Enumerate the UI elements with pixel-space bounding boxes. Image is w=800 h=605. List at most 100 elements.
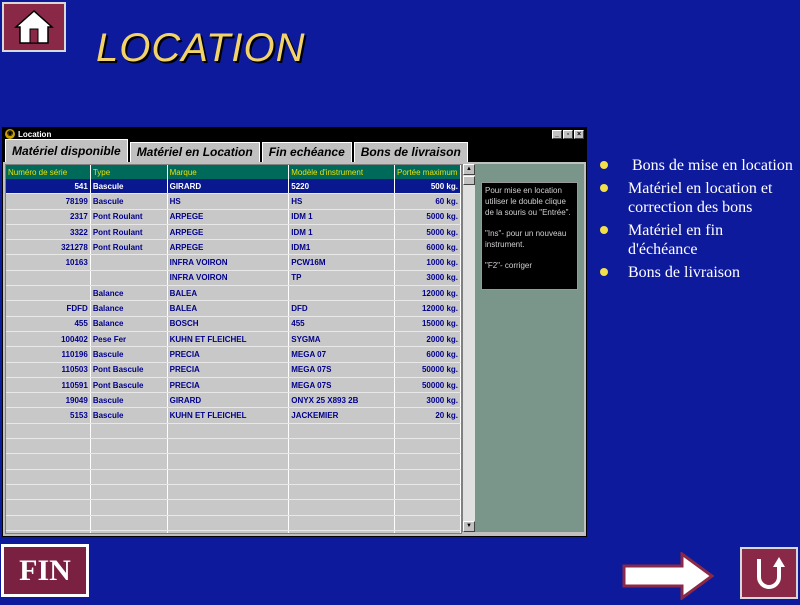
table-cell: Bascule	[90, 392, 168, 409]
table-cell: Pont Roulant	[90, 239, 168, 256]
scroll-up-button[interactable]: ▲	[463, 164, 475, 175]
table-row[interactable]: Balance BALEA 12000 kg.	[6, 285, 461, 302]
tab-materiel-en-location[interactable]: Matériel en Location	[129, 142, 260, 162]
table-cell: MEGA 07S	[288, 377, 395, 394]
table-cell	[6, 285, 91, 302]
table-row[interactable]: 100402 Pese Fer KUHN ET FLEICHEL SYGMA 2000 …	[6, 331, 461, 348]
empty-row	[6, 438, 461, 455]
table-cell: 5153	[6, 407, 91, 424]
column-header[interactable]: Modèle d'instrument	[288, 165, 395, 179]
table-row[interactable]: 455 Balance BOSCH 455 15000 kg.	[6, 316, 461, 332]
tab-bons-de-livraison[interactable]: Bons de livraison	[353, 142, 468, 162]
table-cell: Pont Bascule	[90, 377, 168, 394]
table-cell	[288, 530, 395, 533]
tab-materiel-disponible[interactable]: Matériel disponible	[5, 139, 128, 162]
equipment-table[interactable]: Numéro de série Type Marque Modèle d'ins…	[5, 164, 462, 534]
maximize-button[interactable]: ▫	[563, 129, 573, 139]
empty-row	[6, 484, 461, 501]
minimize-button[interactable]: _	[552, 129, 562, 139]
menu-item-materiel-en-location[interactable]: Matériel en location et correction des b…	[600, 179, 796, 217]
home-button[interactable]	[2, 2, 66, 52]
table-row[interactable]: 321278 Pont Roulant ARPEGE IDM1 6000 kg.	[6, 239, 461, 256]
table-cell	[167, 515, 290, 531]
table-cell: ARPEGE	[167, 239, 290, 256]
table-cell	[6, 438, 91, 455]
table-cell: 455	[288, 316, 395, 332]
table-cell: PRECIA	[167, 346, 290, 363]
back-button[interactable]	[740, 547, 798, 599]
table-cell	[288, 438, 395, 455]
tab-fin-echeance[interactable]: Fin echéance	[261, 142, 352, 162]
table-row[interactable]: 10163 INFRA VOIRON PCW16M 1000 kg.	[6, 254, 461, 271]
menu-item-bons-mise-en-location[interactable]: Bons de mise en location	[600, 156, 796, 175]
table-cell: 3322	[6, 224, 91, 241]
table-cell	[90, 530, 168, 533]
table-cell: IDM1	[288, 239, 395, 256]
vertical-scrollbar[interactable]: ▲ ▼	[462, 164, 475, 532]
table-cell	[394, 423, 461, 440]
column-header[interactable]: Portée maximum	[394, 165, 461, 179]
close-button[interactable]: ×	[574, 129, 584, 139]
table-cell	[6, 423, 91, 440]
table-cell: PRECIA	[167, 362, 290, 378]
table-row[interactable]: 19049 Bascule GIRARD ONYX 25 X893 2B 3000 kg…	[6, 392, 461, 409]
table-row[interactable]: 541 Bascule GIRARD 5220 500 kg.	[6, 179, 461, 195]
table-row[interactable]: 78199 Bascule HS HS 60 kg.	[6, 193, 461, 210]
table-cell	[6, 469, 91, 485]
table-cell: IDM 1	[288, 224, 395, 241]
help-text-box: Pour mise en location utiliser le double…	[481, 182, 578, 290]
table-cell: 5000 kg.	[394, 224, 461, 241]
table-cell: INFRA VOIRON	[167, 254, 290, 271]
table-cell: 1000 kg.	[394, 254, 461, 271]
table-cell: INFRA VOIRON	[167, 270, 290, 287]
bullet-icon	[600, 161, 608, 169]
bullet-icon	[600, 226, 608, 234]
table-cell: Balance	[90, 316, 168, 332]
scroll-down-button[interactable]: ▼	[463, 521, 475, 532]
column-header[interactable]: Type	[90, 165, 168, 179]
table-cell: Pont Roulant	[90, 209, 168, 225]
table-cell: 110196	[6, 346, 91, 363]
table-cell: PCW16M	[288, 254, 395, 271]
table-cell: 15000 kg.	[394, 316, 461, 332]
scroll-thumb[interactable]	[463, 176, 475, 185]
table-cell: 5000 kg.	[394, 209, 461, 225]
column-header[interactable]: Numéro de série	[6, 165, 91, 179]
table-cell: Bascule	[90, 346, 168, 363]
table-cell	[288, 469, 395, 485]
table-row[interactable]: 5153 Bascule KUHN ET FLEICHEL JACKEMIER 20 k…	[6, 407, 461, 424]
help-panel: Pour mise en location utiliser le double…	[475, 164, 584, 532]
table-row[interactable]: 110196 Bascule PRECIA MEGA 07 6000 kg.	[6, 346, 461, 363]
column-header[interactable]: Marque	[167, 165, 290, 179]
menu-item-materiel-fin-echeance[interactable]: Matériel en fin d'échéance	[600, 221, 796, 259]
u-turn-icon	[757, 557, 785, 589]
table-row[interactable]: 2317 Pont Roulant ARPEGE IDM 1 5000 kg.	[6, 209, 461, 225]
fin-button[interactable]: FIN	[1, 544, 89, 597]
table-cell: 5220	[288, 179, 395, 195]
table-cell: KUHN ET FLEICHEL	[167, 331, 290, 348]
table-cell	[394, 515, 461, 531]
table-cell	[90, 270, 168, 287]
table-cell: BALEA	[167, 300, 290, 317]
table-cell	[394, 469, 461, 485]
table-cell	[90, 423, 168, 440]
table-cell: Pont Bascule	[90, 362, 168, 378]
next-button[interactable]	[622, 551, 715, 601]
table-cell	[394, 453, 461, 470]
help-line: "Ins"- pour un nouveau instrument.	[485, 229, 567, 249]
empty-row	[6, 423, 461, 440]
bullet-icon	[600, 268, 608, 276]
table-cell: Bascule	[90, 407, 168, 424]
empty-row	[6, 515, 461, 531]
table-row[interactable]: INFRA VOIRON TP 3000 kg.	[6, 270, 461, 287]
table-row[interactable]: FDFD Balance BALEA DFD 12000 kg.	[6, 300, 461, 317]
table-row[interactable]: 3322 Pont Roulant ARPEGE IDM 1 5000 kg.	[6, 224, 461, 241]
table-row[interactable]: 110591 Pont Bascule PRECIA MEGA 07S 50000 kg…	[6, 377, 461, 394]
table-row[interactable]: 110503 Pont Bascule PRECIA MEGA 07S 50000 kg…	[6, 362, 461, 378]
table-cell	[90, 254, 168, 271]
table-cell	[90, 515, 168, 531]
table-cell: TP	[288, 270, 395, 287]
table-cell: HS	[167, 193, 290, 210]
menu-item-bons-de-livraison[interactable]: Bons de livraison	[600, 263, 796, 282]
table-cell	[90, 484, 168, 501]
